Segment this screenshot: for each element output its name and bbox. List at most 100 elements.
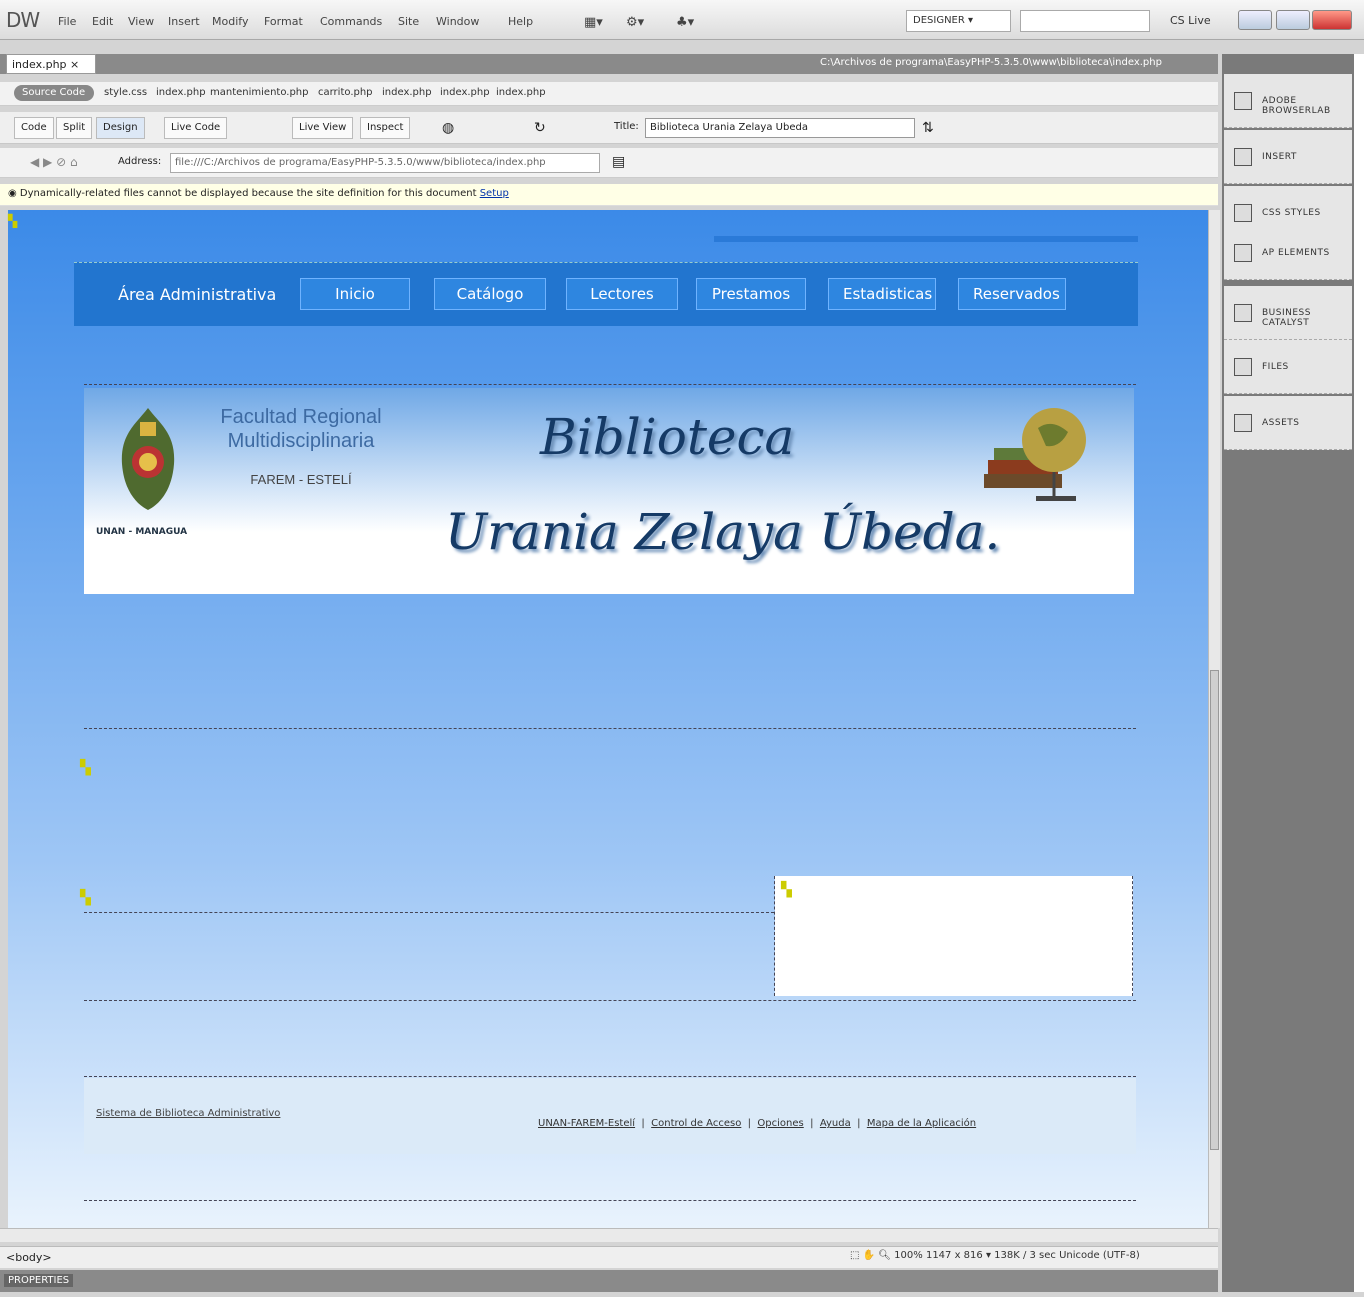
related-file[interactable]: index.php (440, 87, 490, 98)
window-size: 1147 x 816 ▾ 138K / 3 sec Unicode (UTF-8… (925, 1250, 1140, 1261)
footer-link[interactable]: Mapa de la Aplicación (867, 1118, 976, 1129)
maximize-button[interactable] (1276, 10, 1310, 30)
nav-lectores[interactable]: Lectores (566, 278, 678, 310)
faculty-name: Facultad Regional Multidisciplinaria (196, 405, 406, 453)
globe-icon[interactable]: ◍ (442, 120, 454, 136)
menu-view[interactable]: View (128, 15, 154, 28)
setup-link[interactable]: Setup (480, 188, 509, 199)
panel-insert[interactable]: INSERT (1224, 130, 1352, 184)
tag-selector[interactable]: <body> (6, 1251, 52, 1264)
browse-icon[interactable]: ▤ (612, 154, 625, 170)
address-field[interactable]: file:///C:/Archivos de programa/EasyPHP-… (170, 153, 600, 173)
panel-assets[interactable]: ASSETS (1224, 396, 1352, 450)
footer-link[interactable]: Ayuda (820, 1118, 851, 1129)
address-label: Address: (118, 156, 162, 167)
document-tab[interactable]: index.php × (6, 54, 96, 74)
nav-inicio[interactable]: Inicio (300, 278, 410, 310)
workspace-switcher[interactable]: DESIGNER ▾ (906, 10, 1011, 32)
footer-link[interactable]: Opciones (757, 1118, 803, 1129)
related-file[interactable]: index.php (496, 87, 546, 98)
panel-business-catalyst[interactable]: BUSINESS CATALYST (1224, 286, 1352, 340)
inspect-button[interactable]: Inspect (360, 117, 411, 139)
hand-tool-icon[interactable]: ✋ (863, 1250, 875, 1261)
faculty-line1: Facultad Regional (220, 406, 382, 428)
minimize-button[interactable] (1238, 10, 1272, 30)
live-code-button[interactable]: Live Code (164, 117, 228, 139)
select-tool-icon[interactable]: ⬚ (850, 1250, 859, 1261)
layout-icon[interactable]: ▦▾ (584, 15, 603, 30)
panel-browserlab[interactable]: ADOBE BROWSERLAB (1224, 74, 1352, 128)
browserlab-icon (1234, 92, 1252, 110)
document-path: C:\Archivos de programa\EasyPHP-5.3.5.0\… (820, 57, 1162, 68)
related-file[interactable]: index.php (156, 87, 206, 98)
help-search-input[interactable] (1020, 10, 1150, 32)
code-view-button[interactable]: Code (14, 117, 54, 139)
cs-live-button[interactable]: CS Live (1170, 14, 1211, 27)
zoom-tool-icon[interactable]: 🔍︎ (878, 1250, 891, 1261)
nav-reservados[interactable]: Reservados (958, 278, 1066, 310)
menu-format[interactable]: Format (264, 15, 303, 28)
title-label: Title: (614, 121, 639, 132)
menu-insert[interactable]: Insert (168, 15, 200, 28)
menu-file[interactable]: File (58, 15, 76, 28)
horizontal-scrollbar[interactable] (0, 1228, 1218, 1242)
unan-crest-icon (121, 408, 175, 510)
ap-elements-icon (1234, 244, 1252, 262)
refresh-icon[interactable]: ↻ (534, 120, 546, 136)
menu-site[interactable]: Site (398, 15, 419, 28)
assets-icon (1234, 414, 1252, 432)
menu-window[interactable]: Window (436, 15, 479, 28)
head-marker-icon: ▚ (8, 214, 18, 228)
menu-edit[interactable]: Edit (92, 15, 113, 28)
info-bar: ◉ Dynamically-related files cannot be di… (0, 184, 1218, 206)
library-title-line2: Urania Zelaya Úbeda. (445, 503, 1001, 561)
script-marker-icon: ▚ (80, 760, 91, 776)
info-text: Dynamically-related files cannot be disp… (19, 188, 477, 199)
back-icon[interactable]: ◀ ▶ ⊘ ⌂ (30, 155, 78, 169)
menu-commands[interactable]: Commands (320, 15, 382, 28)
nav-estadisticas[interactable]: Estadisticas (828, 278, 936, 310)
files-icon (1234, 358, 1252, 376)
file-management-icon[interactable]: ⇅ (922, 120, 934, 136)
globe-books-icon (984, 408, 1086, 501)
panel-ap-elements[interactable]: AP ELEMENTS (1224, 226, 1352, 280)
faculty-campus: FAREM - ESTELÍ (250, 472, 352, 487)
related-file[interactable]: style.css (104, 87, 147, 98)
properties-label[interactable]: PROPERTIES (4, 1274, 74, 1287)
related-file[interactable]: index.php (382, 87, 432, 98)
live-view-button[interactable]: Live View (292, 117, 354, 139)
library-title-line1: Biblioteca (540, 408, 795, 466)
status-info: ⬚ ✋ 🔍︎ 100% 1147 x 816 ▾ 138K / 3 sec Un… (850, 1250, 1140, 1261)
css-icon (1234, 204, 1252, 222)
nav-area-label: Área Administrativa (118, 285, 277, 304)
scroll-thumb[interactable] (1210, 670, 1219, 1150)
vertical-scrollbar[interactable] (1208, 210, 1220, 1228)
footer-system-link[interactable]: Sistema de Biblioteca Administrativo (96, 1108, 280, 1119)
window-edge (1354, 54, 1364, 1292)
title-field[interactable]: Biblioteca Urania Zelaya Ubeda (645, 118, 915, 138)
zoom-level[interactable]: 100% (894, 1250, 923, 1261)
related-file[interactable]: mantenimiento.php (210, 87, 308, 98)
menu-bar: DW File Edit View Insert Modify Format C… (0, 0, 1364, 40)
menu-modify[interactable]: Modify (212, 15, 248, 28)
menu-help[interactable]: Help (508, 15, 533, 28)
unan-label: UNAN - MANAGUA (96, 527, 188, 537)
footer-link[interactable]: Control de Acceso (651, 1118, 741, 1129)
top-accent-bar (714, 236, 1138, 242)
panel-files[interactable]: FILES (1224, 340, 1352, 394)
business-catalyst-icon (1234, 304, 1252, 322)
app-logo: DW (6, 8, 40, 32)
related-file[interactable]: carrito.php (318, 87, 373, 98)
site-icon[interactable]: ♣▾ (676, 15, 694, 30)
extend-icon[interactable]: ⚙▾ (626, 15, 644, 30)
nav-catalogo[interactable]: Catálogo (434, 278, 546, 310)
footer-link[interactable]: UNAN-FAREM-Estelí (538, 1118, 635, 1129)
info-icon: ◉ (8, 188, 20, 199)
design-view-button[interactable]: Design (96, 117, 145, 139)
script-marker-icon: ▚ (781, 882, 792, 898)
insert-icon (1234, 148, 1252, 166)
close-button[interactable] (1312, 10, 1352, 30)
source-code-button[interactable]: Source Code (14, 85, 94, 101)
split-view-button[interactable]: Split (56, 117, 93, 139)
nav-prestamos[interactable]: Prestamos (696, 278, 806, 310)
